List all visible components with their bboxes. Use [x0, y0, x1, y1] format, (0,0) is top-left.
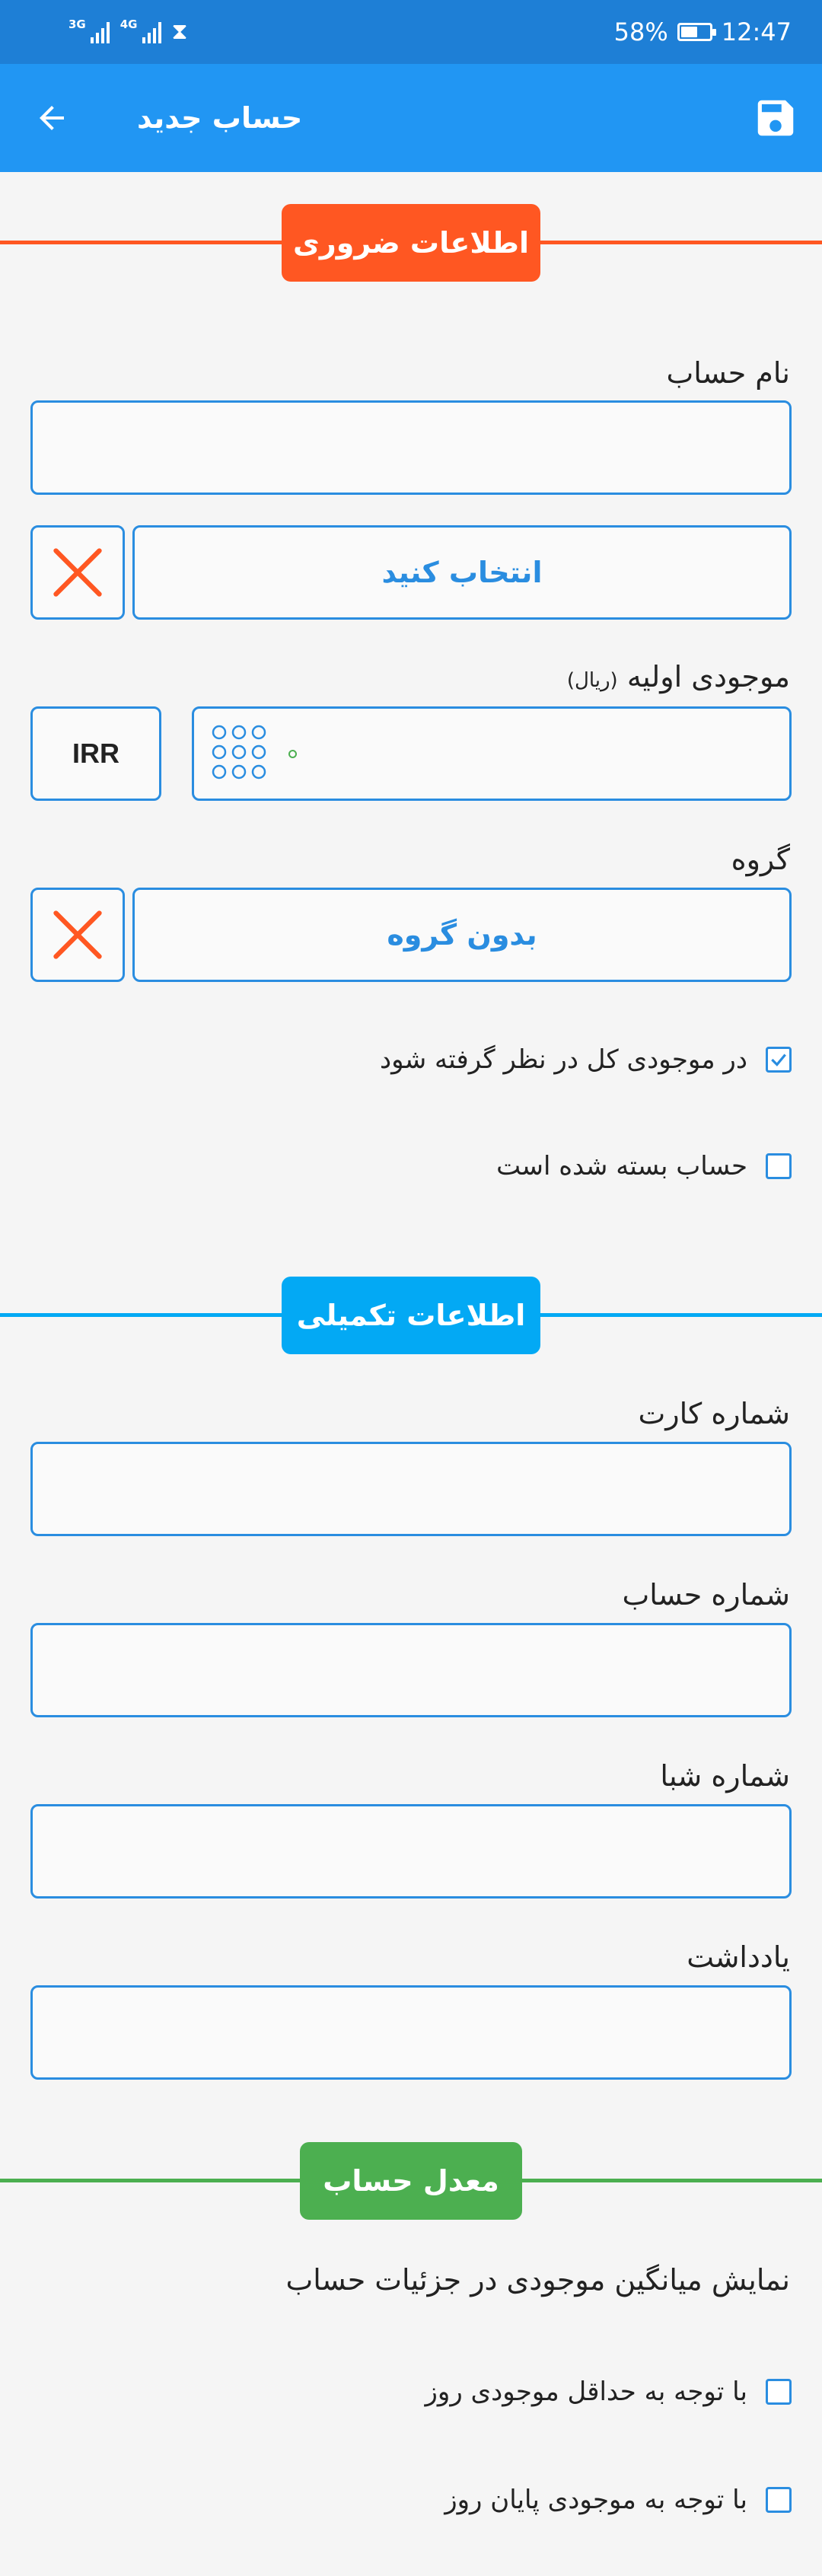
- status-bar-right: 58% 12:47: [614, 15, 792, 49]
- close-icon: [53, 548, 102, 597]
- closed-account-label: حساب بسته شده است: [496, 1151, 747, 1181]
- sheba-input[interactable]: [33, 1806, 789, 1896]
- status-bar: 3G 4G ⧗ 58% 12:47: [0, 0, 822, 64]
- network-type-2: 4G: [119, 17, 138, 31]
- battery-icon: [677, 23, 716, 41]
- initial-balance-field[interactable]: [192, 706, 792, 801]
- close-icon: [53, 910, 102, 959]
- group-value: بدون گروه: [387, 918, 537, 952]
- floppy-disk-icon: [757, 100, 794, 136]
- account-number-input[interactable]: [33, 1625, 789, 1715]
- app-bar: حساب جدید: [0, 64, 822, 172]
- initial-balance-input[interactable]: [308, 709, 780, 799]
- sheba-field[interactable]: [30, 1804, 792, 1899]
- account-name-field[interactable]: [30, 400, 792, 495]
- initial-balance-label-text: موجودی اولیه: [626, 660, 790, 693]
- end-of-day-row[interactable]: با توجه به موجودی پایان روز: [444, 2477, 792, 2523]
- account-name-input[interactable]: [33, 403, 789, 493]
- clear-group-button[interactable]: [30, 888, 125, 982]
- average-description: نمایش میانگین موجودی در جزئیات حساب: [285, 2263, 790, 2297]
- note-input[interactable]: [33, 1988, 789, 2077]
- group-label: گروه: [731, 843, 790, 876]
- page-title: حساب جدید: [137, 101, 303, 135]
- card-number-label: شماره کارت: [638, 1397, 790, 1430]
- required-section-title: اطلاعات ضروری: [282, 204, 540, 282]
- battery-percent: 58%: [613, 18, 668, 46]
- group-dropdown[interactable]: بدون گروه: [132, 888, 792, 982]
- clock: 12:47: [721, 18, 792, 46]
- end-of-day-label: با توجه به موجودی پایان روز: [444, 2485, 747, 2515]
- card-number-input[interactable]: [33, 1444, 789, 1534]
- include-in-total-label: در موجودی کل در نظر گرفته شود: [379, 1044, 747, 1075]
- account-number-label: شماره حساب: [622, 1578, 790, 1612]
- note-field[interactable]: [30, 1985, 792, 2080]
- save-button[interactable]: [750, 93, 801, 143]
- sheba-label: شماره شبا: [660, 1759, 790, 1793]
- include-in-total-checkbox[interactable]: [766, 1047, 792, 1073]
- closed-account-row[interactable]: حساب بسته شده است: [496, 1143, 792, 1189]
- signal-bars-icon: [90, 21, 110, 43]
- card-number-field[interactable]: [30, 1442, 792, 1536]
- account-number-field[interactable]: [30, 1623, 792, 1717]
- initial-balance-label: موجودی اولیه (ریال): [567, 658, 790, 700]
- include-in-total-row[interactable]: در موجودی کل در نظر گرفته شود: [380, 1037, 792, 1082]
- network-type-1: 3G: [68, 17, 86, 31]
- clear-select-button[interactable]: [30, 525, 125, 620]
- end-of-day-checkbox[interactable]: [766, 2487, 792, 2513]
- arrow-back-icon: [40, 106, 64, 130]
- min-daily-row[interactable]: با توجه به حداقل موجودی روز: [425, 2369, 792, 2415]
- note-label: یادداشت: [687, 1940, 790, 1974]
- status-bar-signals: 3G 4G ⧗: [68, 15, 188, 49]
- hourglass-icon: ⧗: [171, 18, 188, 45]
- initial-balance-unit: (ریال): [566, 669, 618, 692]
- select-dropdown[interactable]: انتخاب کنید: [132, 525, 792, 620]
- checkmark-icon: [771, 1054, 786, 1066]
- average-section-title: معدل حساب: [300, 2142, 522, 2220]
- signal-bars-icon: [142, 21, 161, 43]
- text-cursor-handle: [288, 750, 297, 758]
- closed-account-checkbox[interactable]: [766, 1153, 792, 1179]
- back-button[interactable]: [30, 97, 73, 139]
- min-daily-checkbox[interactable]: [766, 2379, 792, 2405]
- select-placeholder: انتخاب کنید: [381, 556, 543, 589]
- account-name-label: نام حساب: [666, 356, 790, 390]
- min-daily-label: با توجه به حداقل موجودی روز: [425, 2377, 747, 2407]
- currency-button[interactable]: IRR: [30, 706, 161, 801]
- extra-section-title: اطلاعات تکمیلی: [282, 1277, 540, 1354]
- keypad-icon[interactable]: [211, 724, 267, 780]
